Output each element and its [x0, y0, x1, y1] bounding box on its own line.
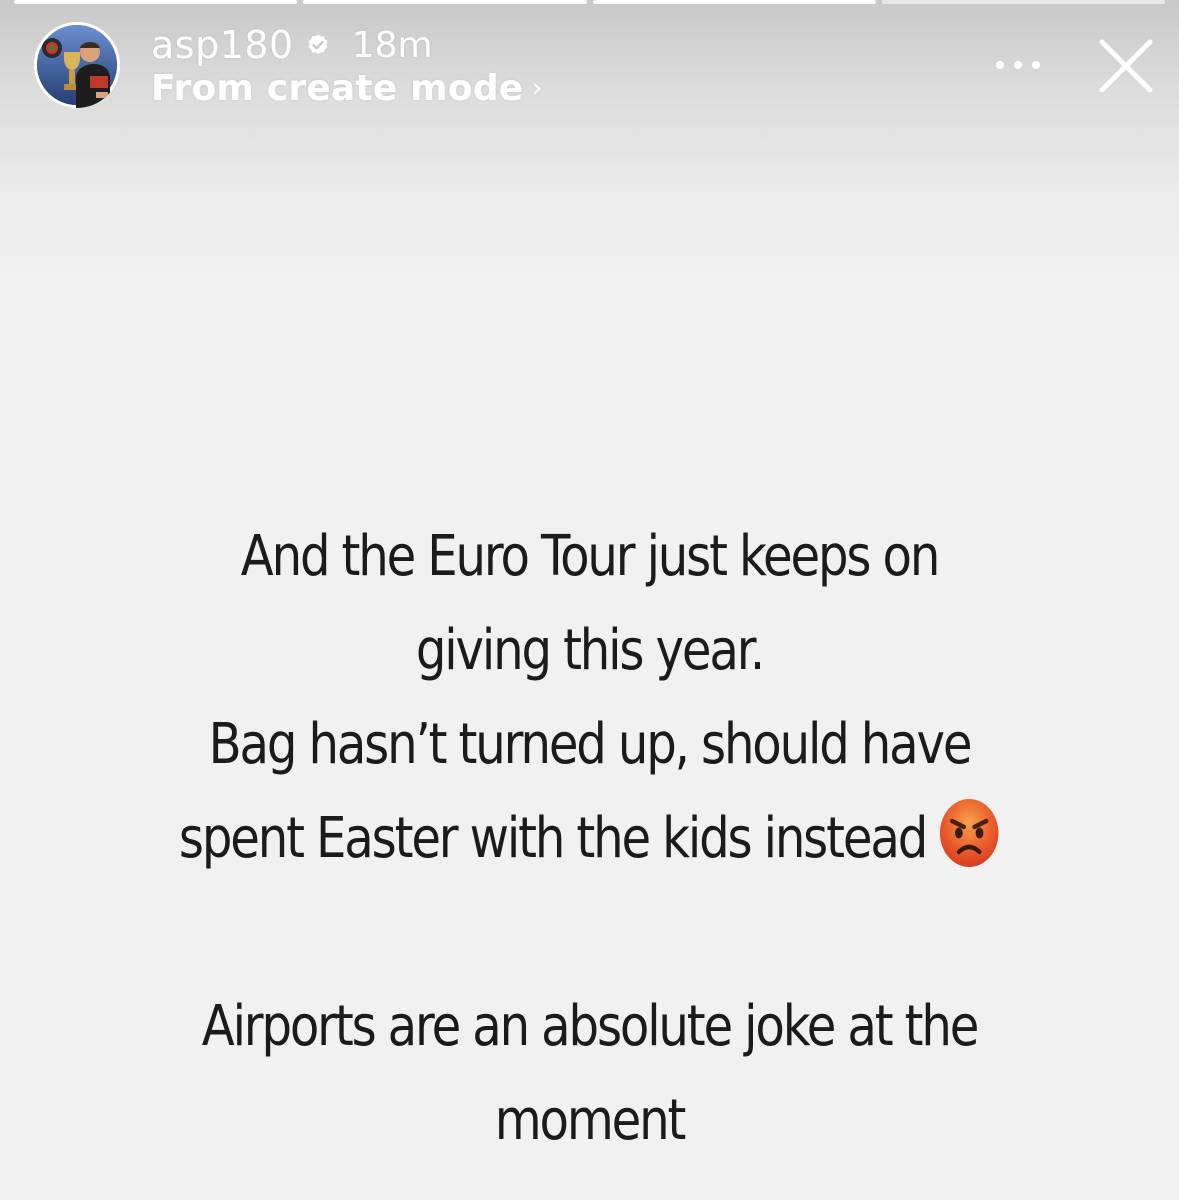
create-mode-label: From create mode — [151, 67, 524, 109]
dot — [996, 61, 1004, 69]
progress-segment — [14, 0, 298, 4]
progress-segment — [592, 0, 876, 4]
username[interactable]: asp180 — [151, 23, 294, 67]
progress-segment — [881, 0, 1165, 4]
more-options-icon[interactable] — [996, 58, 1040, 72]
avatar-image — [34, 22, 120, 108]
dot — [1014, 61, 1022, 69]
verified-badge-icon — [308, 34, 328, 55]
story-line: moment — [494, 1088, 687, 1153]
avatar[interactable] — [34, 22, 120, 108]
story-line: giving this year. — [415, 618, 765, 683]
story-text: And the Euro Tour just keeps on giving t… — [117, 510, 1062, 1168]
progress-segment — [303, 0, 587, 4]
story-header: asp180 18m From create mode › — [151, 22, 543, 109]
dot — [1032, 61, 1040, 69]
create-mode-link[interactable]: From create mode › — [151, 67, 543, 109]
story-progress-bar — [14, 0, 1165, 4]
close-icon[interactable] — [1098, 38, 1154, 94]
story-line: And the Euro Tour just keeps on — [240, 524, 941, 589]
chevron-right-icon: › — [531, 71, 543, 104]
story-line-blank — [117, 886, 1062, 980]
story-line: Airports are an absolute joke at the — [201, 994, 980, 1059]
angry-face-emoji — [939, 799, 999, 867]
story-line-text: spent Easter with the kids instead — [178, 806, 928, 871]
story-line: Bag hasn’t turned up, should have — [208, 712, 973, 777]
story-line-with-emoji: spent Easter with the kids instead — [117, 792, 1062, 886]
time-ago: 18m — [351, 24, 433, 66]
